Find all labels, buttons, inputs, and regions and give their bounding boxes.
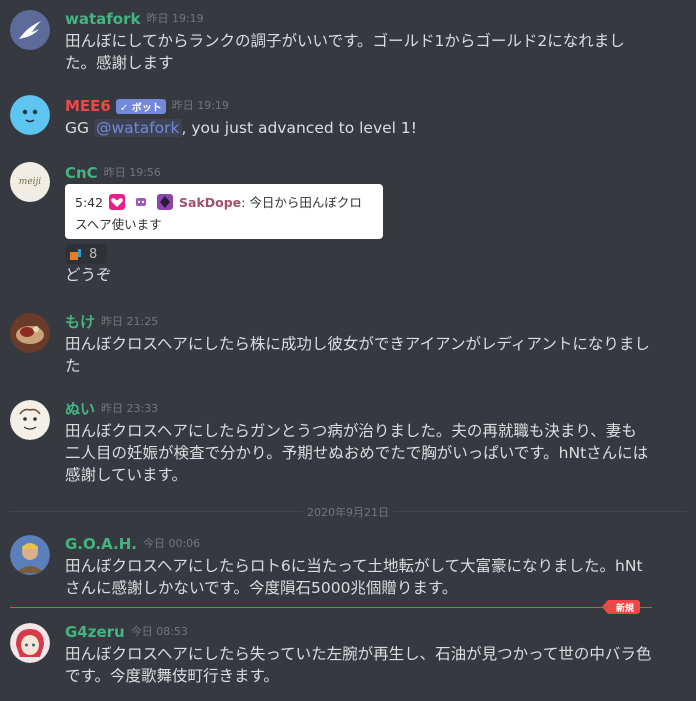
text-prefix: GG (65, 119, 94, 137)
message-cnc: meiji CnC 昨日 19:56 5:42 SakDope: 今日から田んぼ… (0, 162, 696, 292)
embed-author: SakDope (179, 195, 242, 210)
anime-girl-icon (10, 623, 50, 663)
timestamp: 昨日 23:33 (101, 402, 159, 415)
avatar-moke[interactable] (10, 313, 50, 353)
username[interactable]: ぬい (65, 399, 95, 419)
new-messages-divider: 新規 (10, 600, 652, 614)
bot-badge: ✓ ボット (115, 98, 166, 114)
message-moke: もけ 昨日 21:25 田んぼクロスヘアにしたら株に成功し彼女ができアイアンがレ… (0, 311, 696, 377)
message-g4zeru: G4zeru 今日 08:53 田んぼクロスヘアにしたら失っていた左腕が再生し、… (0, 621, 696, 687)
avatar-nui[interactable] (10, 400, 50, 440)
message-text: 田んぼクロスヘアにしたらロト6に当たって土地転がして大富豪になりました。hNtさ… (65, 557, 643, 597)
message-text: 田んぼクロスヘアにしたらガンとうつ病が治りました。夫の再就職も決まり、妻も二人目… (65, 422, 649, 484)
image-embed[interactable]: 5:42 SakDope: 今日から田んぼクロスヘア使います (65, 184, 383, 239)
date-divider: 2020年9月21日 (10, 504, 686, 520)
diamond-badge-icon (157, 194, 174, 210)
timestamp: 今日 00:06 (142, 537, 201, 550)
avatar-goah[interactable] (10, 535, 50, 575)
message-nui: ぬい 昨日 23:33 田んぼクロスヘアにしたらガンとうつ病が治りました。夫の再… (0, 398, 696, 488)
food-photo-icon (10, 313, 50, 353)
avatar-mee6[interactable] (10, 95, 50, 135)
message-text: 田んぼクロスヘアにしたら株に成功し彼女ができアイアンがレディアントになりました (65, 335, 650, 375)
username[interactable]: G.O.A.H. (65, 534, 137, 554)
timestamp: 今日 08:53 (130, 625, 188, 638)
timestamp: 昨日 19:56 (103, 166, 161, 179)
avatar-meiji[interactable]: meiji (10, 162, 50, 202)
message-text: 田んぼクロスヘアにしたら失っていた左腕が再生し、石油が見つかって世の中バラ色です… (65, 645, 652, 685)
message-goah: G.O.A.H. 今日 00:06 田んぼクロスヘアにしたらロト6に当たって土地… (0, 533, 696, 599)
message-mee6: MEE6 ✓ ボット 昨日 19:19 GG @watafork, you ju… (0, 95, 696, 141)
user-mention[interactable]: @watafork (93, 119, 182, 137)
heart-badge-icon (109, 194, 126, 210)
timestamp: 昨日 19:19 (171, 99, 229, 112)
reaction-button[interactable]: 8 (65, 244, 107, 264)
embed-time: 5:42 (75, 195, 104, 210)
cartoon-face-icon (10, 400, 50, 440)
reaction-emoji-icon (69, 247, 83, 261)
reaction-count: 8 (89, 246, 98, 262)
timestamp: 昨日 21:25 (101, 315, 159, 328)
username[interactable]: watafork (65, 9, 140, 29)
wing-icon (10, 10, 50, 50)
username[interactable]: G4zeru (65, 622, 125, 642)
person-photo-icon (10, 535, 50, 575)
timestamp: 昨日 19:19 (146, 12, 204, 25)
monster-badge-icon (133, 194, 149, 210)
avatar-logo-text: meiji (18, 177, 42, 187)
username[interactable]: CnC (65, 163, 98, 183)
date-divider-label: 2020年9月21日 (303, 504, 393, 520)
new-badge: 新規 (601, 600, 640, 614)
message-watafork: watafork 昨日 19:19 田んぼにしてからランクの調子がいいです。ゴー… (0, 8, 696, 74)
username[interactable]: もけ (65, 312, 95, 332)
message-text: 田んぼにしてからランクの調子がいいです。ゴールド1からゴールド2になれました。感… (65, 32, 625, 72)
username[interactable]: MEE6 (65, 96, 111, 116)
avatar-g4zeru[interactable] (10, 623, 50, 663)
message-text: どうぞ (65, 266, 112, 284)
avatar-wing[interactable] (10, 10, 50, 50)
message-text: GG @watafork, you just advanced to level… (65, 117, 652, 139)
text-suffix: , you just advanced to level 1! (181, 119, 417, 137)
bot-face-icon (10, 95, 50, 135)
